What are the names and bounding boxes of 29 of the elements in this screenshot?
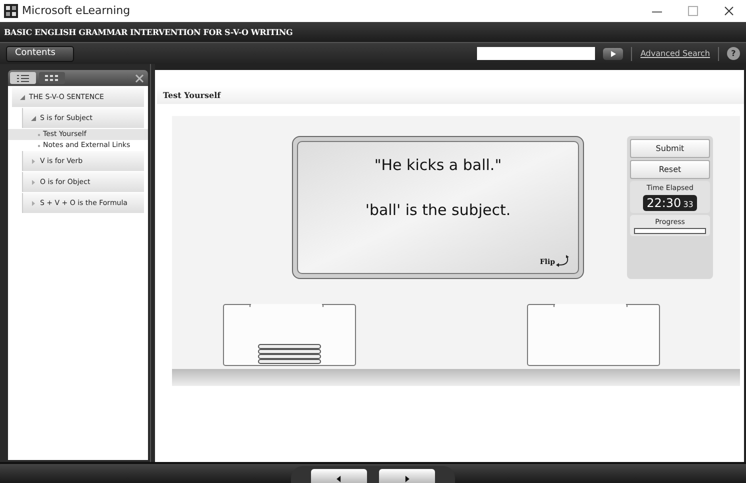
expanded-arrow-icon bbox=[31, 116, 36, 120]
grid-icon bbox=[45, 75, 59, 81]
search-field[interactable] bbox=[477, 47, 596, 60]
collapse-icon[interactable] bbox=[135, 74, 146, 82]
collapsed-arrow-icon bbox=[31, 180, 36, 184]
statement-text: 'ball' is the subject. bbox=[365, 200, 511, 220]
advanced-search-link[interactable]: Advanced Search bbox=[640, 48, 710, 60]
action-button[interactable]: Submit bbox=[630, 139, 710, 158]
timer-display: 22:30 33 bbox=[642, 194, 698, 210]
action-button[interactable]: Reset bbox=[630, 160, 710, 179]
list-view-tab[interactable] bbox=[10, 72, 36, 84]
grid-view-tab[interactable] bbox=[39, 72, 65, 84]
collapsed-arrow-icon bbox=[31, 200, 36, 206]
go-button[interactable] bbox=[603, 48, 624, 60]
sentence-text: "He kicks a ball." bbox=[374, 155, 502, 176]
collapsed-arrow-icon bbox=[31, 158, 36, 164]
app-icon bbox=[4, 4, 18, 18]
card-stack bbox=[258, 344, 321, 366]
help-button[interactable]: ? bbox=[727, 47, 740, 60]
close-icon[interactable] bbox=[724, 6, 734, 16]
previous-button[interactable] bbox=[311, 469, 367, 483]
window-title: Microsoft eLearning bbox=[22, 2, 130, 19]
play-icon bbox=[610, 50, 616, 56]
expanded-arrow-icon bbox=[20, 94, 25, 100]
contents-button[interactable]: Contents bbox=[6, 46, 74, 62]
next-button[interactable] bbox=[379, 469, 435, 483]
list-icon bbox=[17, 74, 29, 82]
page-title: Test Yourself bbox=[163, 89, 221, 101]
course-title: BASIC ENGLISH GRAMMAR INTERVENTION FOR S-V-O WRITING bbox=[4, 26, 293, 38]
